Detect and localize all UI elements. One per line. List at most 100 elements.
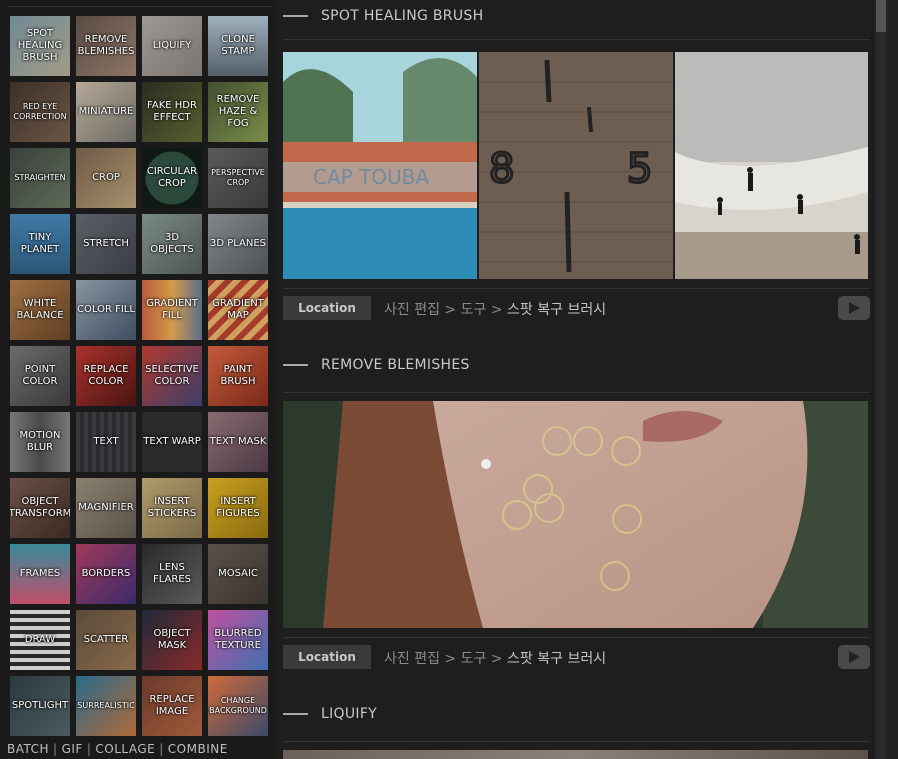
tool-label: REPLACE IMAGE (149, 694, 195, 717)
tool-tile[interactable]: STRAIGHTEN (10, 148, 70, 208)
wall-number-right: 5 (627, 146, 652, 192)
tool-tile[interactable]: BORDERS (76, 544, 136, 604)
tool-tile[interactable]: TINY PLANET (10, 214, 70, 274)
tool-label: TEXT WARP (143, 436, 201, 447)
bottom-links: BATCH | GIF | COLLAGE | COMBINE (7, 742, 228, 756)
tool-tile[interactable]: INSERT FIGURES (208, 478, 268, 538)
tool-tile[interactable]: MOSAIC (208, 544, 268, 604)
tool-label: OBJECT TRANSFORM (10, 496, 70, 519)
tool-label: STRAIGHTEN (14, 173, 66, 182)
combine-link[interactable]: COMBINE (168, 742, 228, 756)
section-divider (283, 392, 870, 393)
tool-tile[interactable]: MAGNIFIER (76, 478, 136, 538)
tool-tile[interactable]: 3D PLANES (208, 214, 268, 274)
tool-tile[interactable]: DRAW (10, 610, 70, 670)
location-button[interactable]: Location (283, 296, 371, 320)
play-icon (849, 302, 860, 314)
tool-tile[interactable]: TEXT WARP (142, 412, 202, 472)
tool-label: DRAW (24, 634, 56, 645)
tool-tile[interactable]: POINT COLOR (10, 346, 70, 406)
tool-tile[interactable]: OBJECT TRANSFORM (10, 478, 70, 538)
tool-tile[interactable]: SCATTER (76, 610, 136, 670)
tool-tile[interactable]: CHANGE BACKGROUND (208, 676, 268, 736)
tool-tile[interactable]: REPLACE COLOR (76, 346, 136, 406)
scroll-thumb[interactable] (876, 0, 886, 32)
tool-label: CROP (92, 172, 120, 183)
location-row: Location 사진 편집 > 도구 > 스팟 복구 브러시 (283, 296, 870, 322)
section-divider (283, 741, 870, 742)
tool-tile[interactable]: REMOVE BLEMISHES (76, 16, 136, 76)
tool-label: POINT COLOR (22, 364, 58, 387)
tool-label: BORDERS (81, 568, 131, 579)
spot-healing-image-boat: CAP TOUBA (283, 52, 477, 279)
link-separator: | (86, 742, 92, 756)
tool-label: STRETCH (83, 238, 129, 249)
tool-tile[interactable]: PERSPECTIVE CROP (208, 148, 268, 208)
tool-tile[interactable]: REPLACE IMAGE (142, 676, 202, 736)
tool-label: CLONE STAMP (221, 34, 255, 57)
tool-tile[interactable]: CLONE STAMP (208, 16, 268, 76)
tool-tile[interactable]: CIRCULAR CROP (142, 148, 202, 208)
section-title-text: SPOT HEALING BRUSH (321, 8, 484, 24)
play-icon (849, 651, 860, 663)
tool-tile[interactable]: REMOVE HAZE & FOG (208, 82, 268, 142)
tool-label: OBJECT MASK (153, 628, 191, 651)
tool-label: SURREALISTIC (77, 701, 135, 710)
section-divider (283, 39, 870, 40)
spot-healing-image-wall: 8 5 (479, 52, 673, 279)
tool-tile[interactable]: CROP (76, 148, 136, 208)
tool-tile[interactable]: TEXT MASK (208, 412, 268, 472)
tool-label: 3D OBJECTS (150, 232, 194, 255)
tool-tile[interactable]: FRAMES (10, 544, 70, 604)
tool-tile[interactable]: TEXT (76, 412, 136, 472)
tool-tile[interactable]: STRETCH (76, 214, 136, 274)
tool-tile[interactable]: SURREALISTIC (76, 676, 136, 736)
location-row: Location 사진 편집 > 도구 > 스팟 복구 브러시 (283, 645, 870, 671)
tool-tile[interactable]: WHITE BALANCE (10, 280, 70, 340)
tool-tile[interactable]: FAKE HDR EFFECT (142, 82, 202, 142)
play-video-button[interactable] (838, 645, 870, 669)
link-separator: | (159, 742, 164, 756)
batch-link[interactable]: BATCH (7, 742, 49, 756)
tool-tile[interactable]: MINIATURE (76, 82, 136, 142)
tool-tile[interactable]: GRADIENT FILL (142, 280, 202, 340)
location-button[interactable]: Location (283, 645, 371, 669)
breadcrumb-item[interactable]: 도구 (461, 651, 487, 667)
tool-label: MAGNIFIER (78, 502, 134, 513)
tool-tile[interactable]: MOTION BLUR (10, 412, 70, 472)
tool-tile[interactable]: SPOT HEALING BRUSH (10, 16, 70, 76)
breadcrumb-item[interactable]: 사진 편집 (384, 651, 440, 667)
tool-label: MINIATURE (78, 106, 134, 117)
gif-link[interactable]: GIF (62, 742, 83, 756)
tool-tile[interactable]: SELECTIVE COLOR (142, 346, 202, 406)
tool-tile[interactable]: GRADIENT MAP (208, 280, 268, 340)
tool-label: LENS FLARES (152, 562, 191, 585)
tool-label: TEXT MASK (209, 436, 267, 447)
tool-label: REMOVE BLEMISHES (77, 34, 135, 57)
link-separator: | (53, 742, 58, 756)
tool-tile[interactable]: BLURRED TEXTURE (208, 610, 268, 670)
location-breadcrumb: 사진 편집 > 도구 > 스팟 복구 브러시 (384, 651, 607, 667)
tool-label: WHITE BALANCE (16, 298, 64, 321)
breadcrumb-item[interactable]: 사진 편집 (384, 302, 440, 318)
breadcrumb-item[interactable]: 도구 (461, 302, 487, 318)
tool-tile[interactable]: SPOTLIGHT (10, 676, 70, 736)
tool-tile[interactable]: RED EYE CORRECTION (10, 82, 70, 142)
tool-tile[interactable]: COLOR FILL (76, 280, 136, 340)
section-title-spot-healing: SPOT HEALING BRUSH (283, 6, 483, 26)
section-title-remove-blemishes: REMOVE BLEMISHES (283, 355, 470, 375)
section-title-text: LIQUIFY (321, 706, 378, 722)
tool-tile[interactable]: OBJECT MASK (142, 610, 202, 670)
tool-tile[interactable]: LENS FLARES (142, 544, 202, 604)
tool-label: PERSPECTIVE CROP (211, 168, 265, 187)
page-scrollbar[interactable] (874, 0, 898, 759)
tool-tile[interactable]: INSERT STICKERS (142, 478, 202, 538)
tool-label: MOTION BLUR (19, 430, 61, 453)
spot-healing-image-beach (675, 52, 868, 279)
tool-tile[interactable]: LIQUIFY (142, 16, 202, 76)
tool-tile[interactable]: 3D OBJECTS (142, 214, 202, 274)
scroll-track[interactable] (876, 0, 886, 759)
tool-tile[interactable]: PAINT BRUSH (208, 346, 268, 406)
play-video-button[interactable] (838, 296, 870, 320)
collage-link[interactable]: COLLAGE (95, 742, 155, 756)
